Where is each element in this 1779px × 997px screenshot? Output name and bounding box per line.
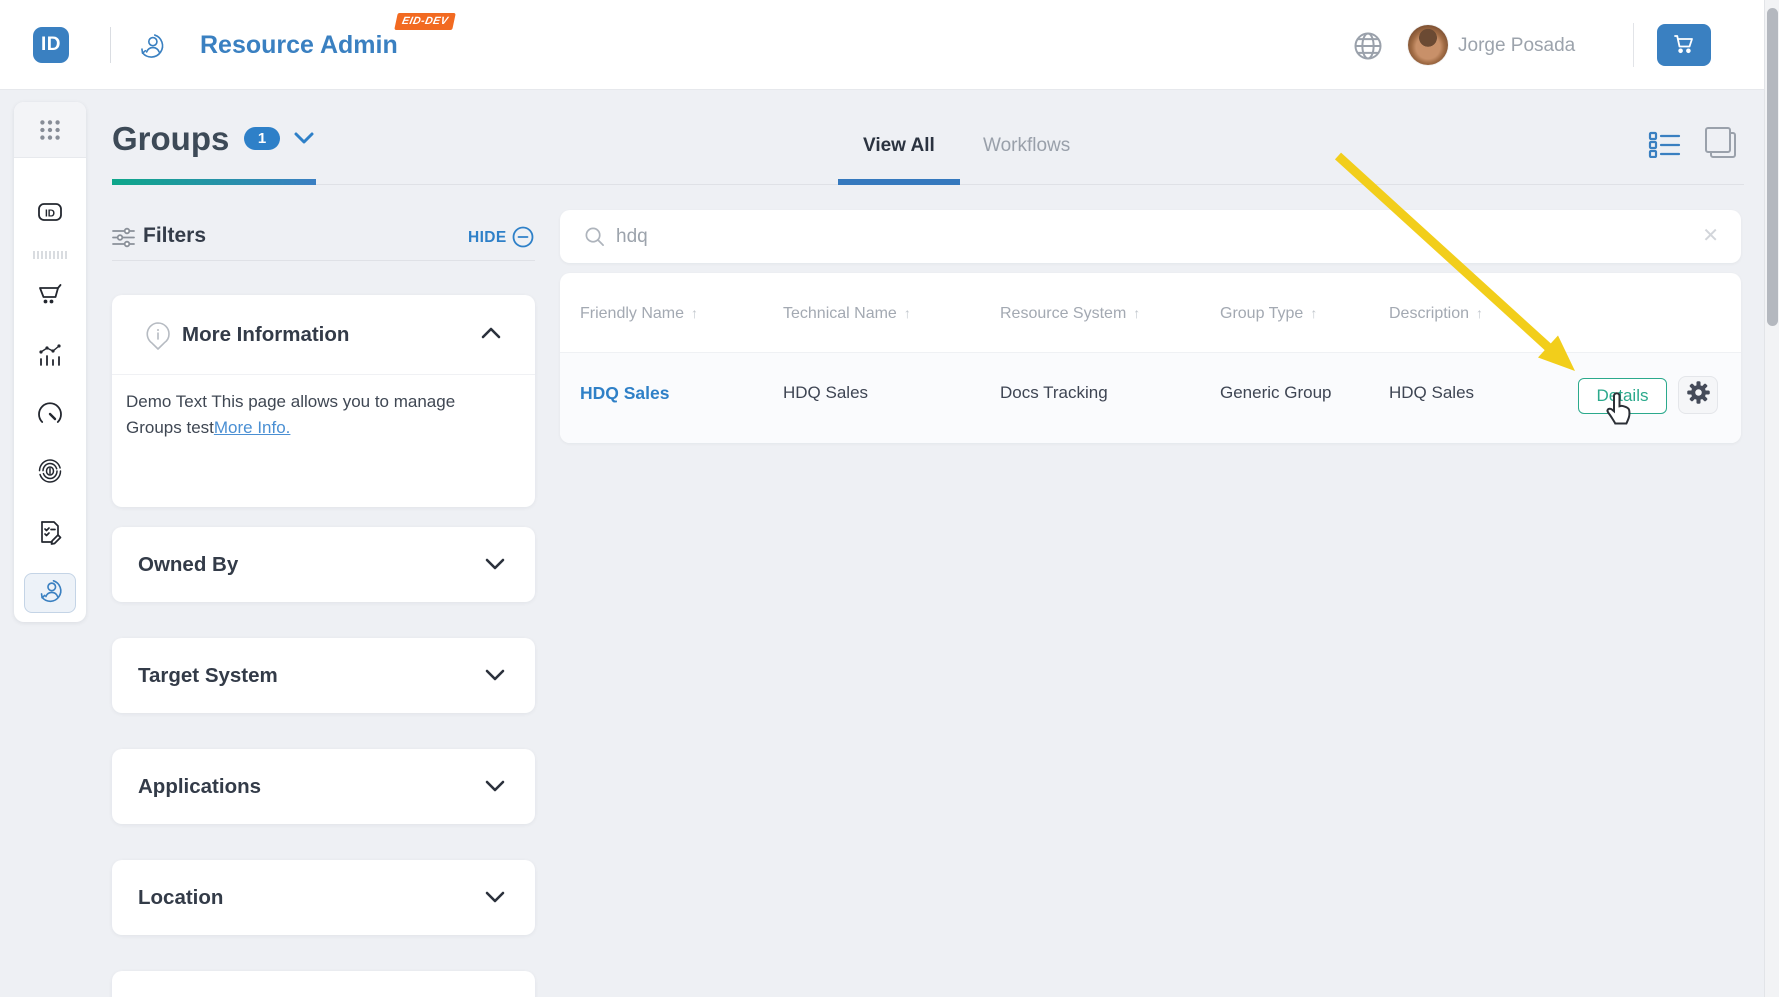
sort-icon: ↑ xyxy=(904,305,911,321)
svg-text:ID: ID xyxy=(45,209,55,220)
user-name[interactable]: Jorge Posada xyxy=(1458,35,1575,57)
header-divider xyxy=(1633,23,1634,67)
active-tab-underline xyxy=(838,179,960,185)
filter-accordion-applications[interactable]: Applications xyxy=(112,749,535,824)
sidebar: ID xyxy=(14,102,86,622)
column-header-group-type[interactable]: Group Type↑ xyxy=(1220,305,1317,323)
cart-button[interactable] xyxy=(1657,24,1711,66)
chevron-down-icon[interactable] xyxy=(483,889,507,907)
language-globe-icon[interactable] xyxy=(1353,31,1383,61)
details-button[interactable]: Details xyxy=(1578,378,1667,414)
chevron-down-icon[interactable] xyxy=(292,130,316,150)
filters-sliders-icon xyxy=(112,227,135,248)
tab-view-all[interactable]: View All xyxy=(863,135,935,157)
groups-table: Friendly Name↑ Technical Name↑ Resource … xyxy=(560,273,1741,443)
chevron-down-icon[interactable] xyxy=(483,556,507,574)
chevron-up-icon[interactable] xyxy=(479,325,503,343)
filter-accordion-owned-by[interactable]: Owned By xyxy=(112,527,535,602)
app-launcher-grid-icon[interactable] xyxy=(14,102,86,158)
app-title: Resource Admin xyxy=(200,31,398,60)
accordion-label: Target System xyxy=(138,664,278,688)
accordion-label: Owned By xyxy=(138,553,238,577)
info-icon xyxy=(144,321,172,351)
user-avatar[interactable] xyxy=(1408,25,1448,65)
environment-badge: EID-DEV xyxy=(394,13,456,30)
cart-icon xyxy=(1672,32,1696,59)
filter-accordion-location[interactable]: Location xyxy=(112,860,535,935)
column-header-resource-system[interactable]: Resource System↑ xyxy=(1000,305,1140,323)
filter-accordion-target-system[interactable]: Target System xyxy=(112,638,535,713)
sidebar-item-identity[interactable]: ID xyxy=(35,197,65,227)
chevron-down-icon[interactable] xyxy=(483,667,507,685)
collapse-minus-icon[interactable] xyxy=(512,226,534,248)
more-information-body: Demo Text This page allows you to manage… xyxy=(126,389,456,440)
sort-icon: ↑ xyxy=(1476,305,1483,321)
row-resource-system: Docs Tracking xyxy=(1000,383,1108,403)
card-view-icon[interactable] xyxy=(1702,126,1739,160)
row-technical-name: HDQ Sales xyxy=(783,383,868,403)
sort-icon: ↑ xyxy=(1310,305,1317,321)
resource-admin-icon xyxy=(136,31,166,61)
count-badge: 1 xyxy=(244,127,280,150)
sidebar-item-cart[interactable] xyxy=(35,279,65,309)
sidebar-item-tasks[interactable] xyxy=(35,517,65,547)
filter-accordion-partial[interactable] xyxy=(112,971,535,997)
header-divider xyxy=(110,27,111,63)
chevron-down-icon[interactable] xyxy=(483,778,507,796)
accordion-label: Applications xyxy=(138,775,261,799)
sort-icon: ↑ xyxy=(1133,305,1140,321)
app-window: ID Resource Admin EID-DEV Jorge Posada xyxy=(0,0,1779,997)
sidebar-separator xyxy=(32,248,68,260)
sidebar-item-resource-admin-active[interactable] xyxy=(24,573,76,613)
more-information-panel: More Information Demo Text This page all… xyxy=(112,295,535,507)
filters-title: Filters xyxy=(143,224,206,248)
column-header-friendly-name[interactable]: Friendly Name↑ xyxy=(580,305,698,323)
list-view-icon[interactable] xyxy=(1648,130,1681,158)
row-description: HDQ Sales xyxy=(1389,383,1474,403)
page-scrollbar[interactable] xyxy=(1764,0,1779,997)
sort-icon: ↑ xyxy=(691,305,698,321)
hide-filters-button[interactable]: HIDE xyxy=(468,229,507,247)
row-friendly-name-link[interactable]: HDQ Sales xyxy=(580,383,669,404)
scrollbar-thumb[interactable] xyxy=(1767,8,1778,326)
sidebar-item-fingerprint[interactable] xyxy=(35,456,65,486)
page-title: Groups xyxy=(112,120,229,158)
clear-search-icon[interactable]: ✕ xyxy=(1702,223,1719,248)
app-header: ID Resource Admin EID-DEV Jorge Posada xyxy=(0,0,1779,90)
resource-admin-icon xyxy=(36,577,64,610)
info-text: Demo Text This page allows you to manage… xyxy=(126,392,455,437)
search-bar: ✕ xyxy=(560,210,1741,263)
gear-icon xyxy=(1685,379,1712,411)
tab-workflows[interactable]: Workflows xyxy=(983,135,1070,157)
column-header-technical-name[interactable]: Technical Name↑ xyxy=(783,305,911,323)
more-information-header[interactable]: More Information xyxy=(112,295,535,375)
more-information-title: More Information xyxy=(182,323,349,347)
brand-logo[interactable]: ID xyxy=(33,27,69,63)
row-settings-button[interactable] xyxy=(1678,376,1718,414)
filters-divider xyxy=(112,260,535,261)
more-info-link[interactable]: More Info. xyxy=(214,418,291,437)
sidebar-item-dashboard-gauge[interactable] xyxy=(35,399,65,429)
row-group-type: Generic Group xyxy=(1220,383,1332,403)
sidebar-item-analytics[interactable] xyxy=(35,339,65,369)
search-icon xyxy=(584,226,605,247)
search-input[interactable] xyxy=(616,220,1656,253)
table-row: HDQ Sales HDQ Sales Docs Tracking Generi… xyxy=(560,352,1741,443)
accordion-label: Location xyxy=(138,886,223,910)
title-gradient-underline xyxy=(112,179,316,185)
column-header-description[interactable]: Description↑ xyxy=(1389,305,1483,323)
